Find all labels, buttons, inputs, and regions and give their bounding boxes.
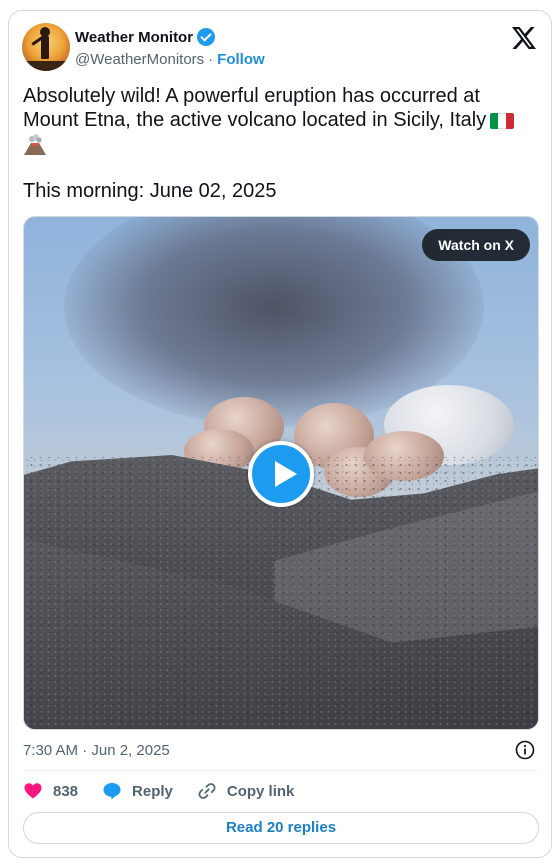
link-icon	[198, 783, 216, 799]
tweet-timestamp[interactable]: 7:30 AM · Jun 2, 2025	[23, 742, 170, 759]
like-count: 838	[53, 782, 79, 800]
reply-button[interactable]: Reply	[102, 781, 173, 801]
author-name-row: Weather Monitor	[75, 28, 216, 46]
info-icon[interactable]	[515, 740, 535, 760]
tweet-card: Weather Monitor @WeatherMonitors · Follo…	[8, 10, 552, 858]
author-handle-row: @WeatherMonitors · Follow	[75, 51, 265, 68]
tweet-body: Absolutely wild! A powerful eruption has…	[23, 85, 487, 131]
avatar[interactable]	[22, 23, 70, 71]
volcano-icon	[24, 134, 46, 155]
like-button[interactable]: 838	[23, 781, 78, 801]
x-logo-icon[interactable]	[512, 27, 536, 49]
handle-separator: ·	[208, 51, 214, 68]
italy-flag-icon	[490, 112, 515, 129]
read-replies-button[interactable]: Read 20 replies	[23, 812, 539, 844]
video-player[interactable]: Watch on X	[23, 216, 539, 730]
action-bar: 838 Reply Copy link	[23, 781, 318, 801]
reply-bubble-icon	[103, 783, 121, 800]
verified-badge-icon	[197, 28, 216, 46]
divider	[23, 770, 539, 771]
tweet-date-line: This morning: June 02, 2025	[23, 180, 277, 202]
author-name[interactable]: Weather Monitor	[75, 29, 193, 46]
copy-link-button[interactable]: Copy link	[197, 781, 295, 801]
tweet-text: Absolutely wild! A powerful eruption has…	[23, 84, 533, 156]
heart-icon	[24, 783, 42, 799]
watch-on-x-button[interactable]: Watch on X	[422, 229, 530, 261]
copy-link-label: Copy link	[226, 782, 295, 800]
follow-button[interactable]: Follow	[217, 51, 265, 68]
author-handle[interactable]: @WeatherMonitors	[75, 51, 204, 68]
play-icon[interactable]	[248, 441, 314, 507]
reply-label: Reply	[132, 782, 173, 800]
